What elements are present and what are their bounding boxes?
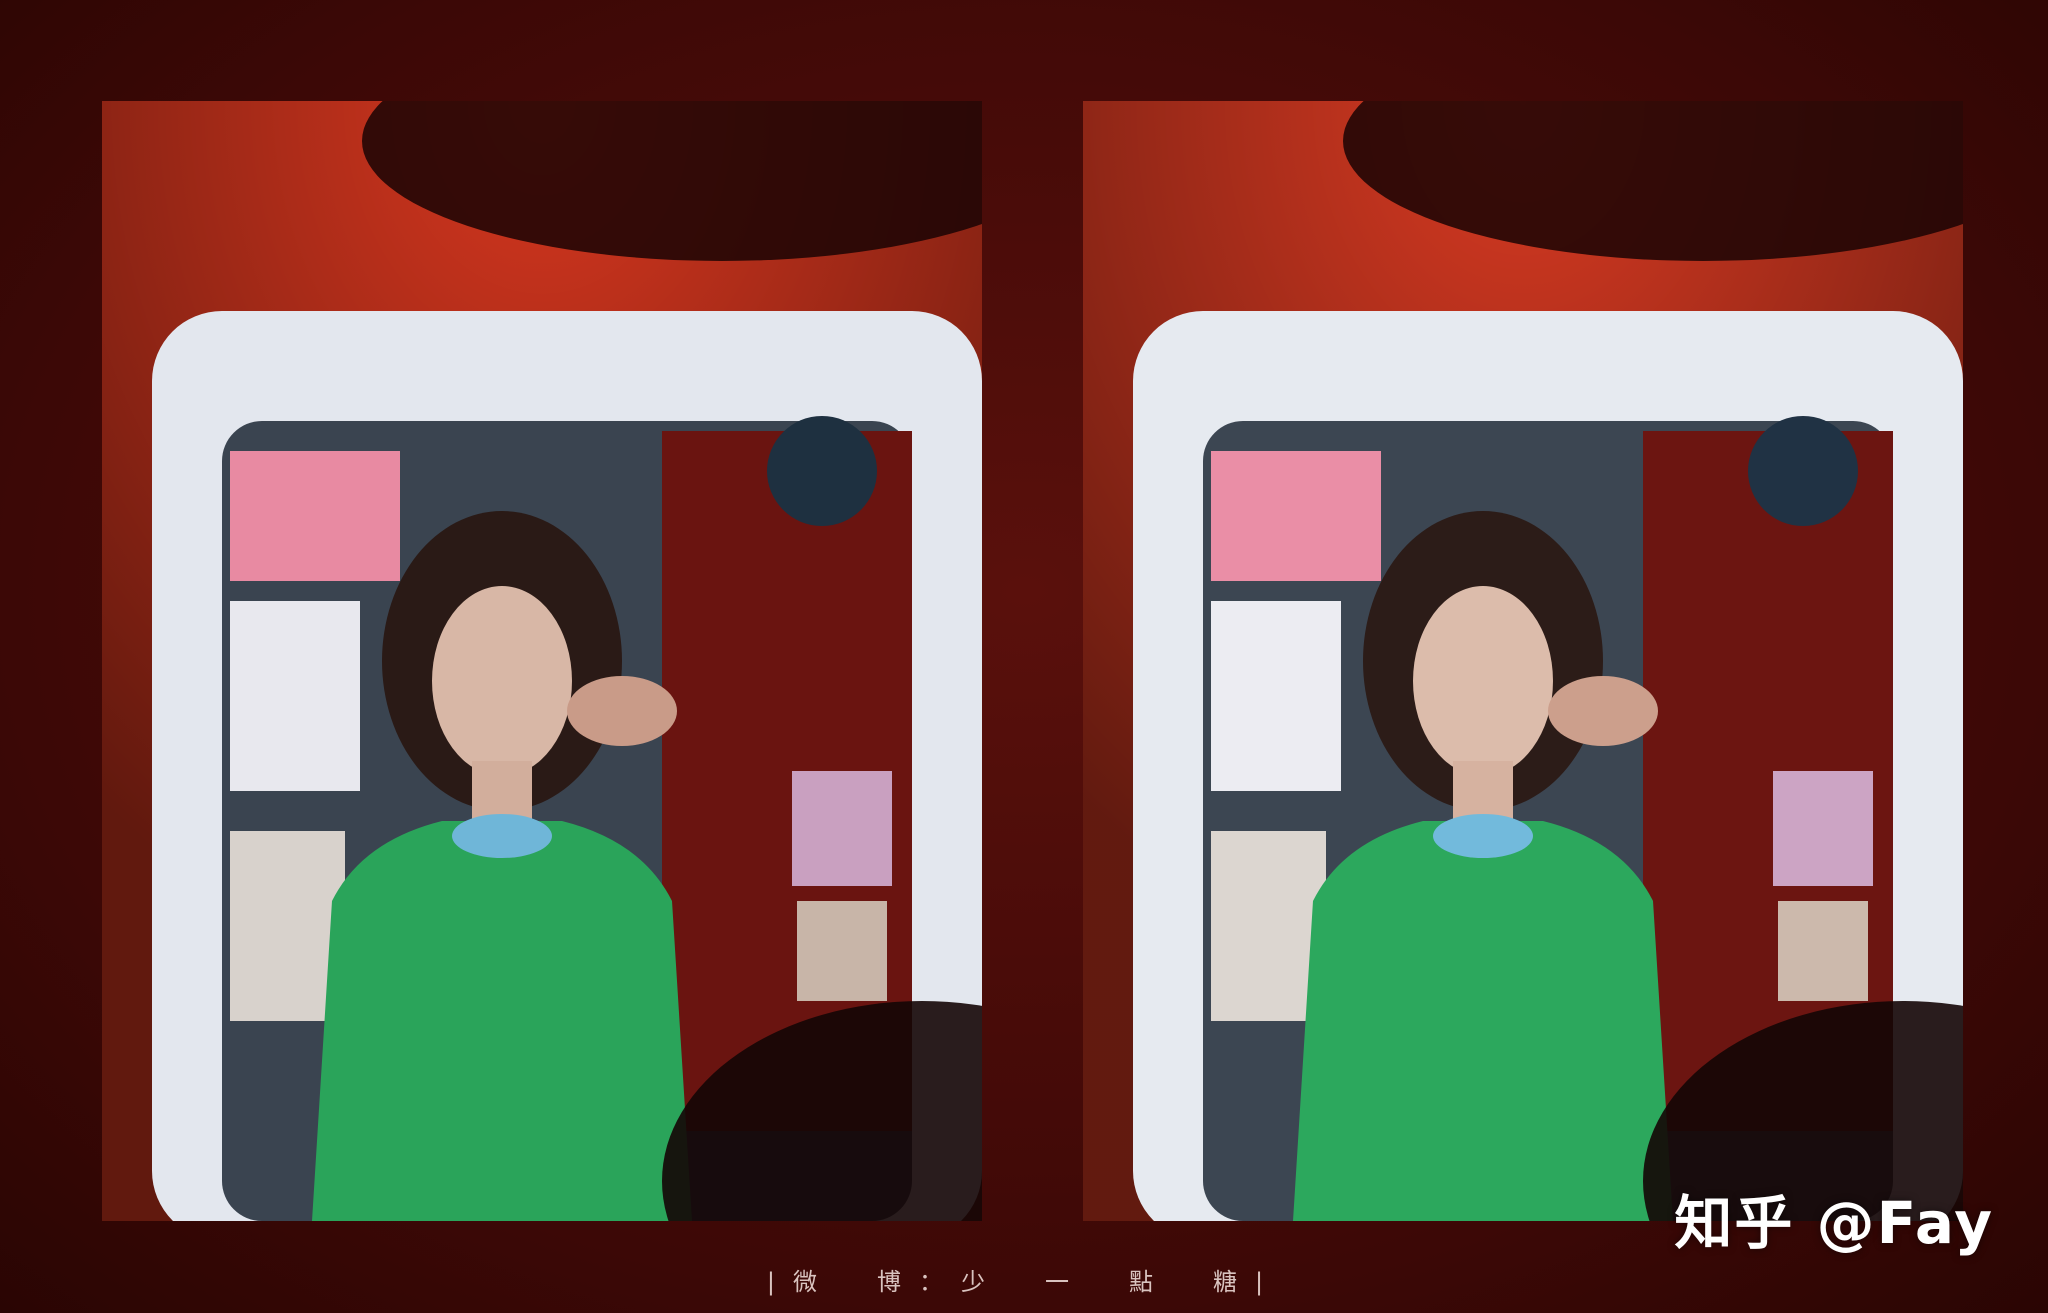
makeup-artist-hand [1548, 676, 1658, 746]
pinned-photo-2 [230, 601, 360, 791]
pinned-photo-4 [1773, 771, 1873, 886]
face [432, 586, 572, 776]
pinned-photo-1 [230, 451, 400, 581]
reflection-head [767, 416, 877, 526]
photo-left [102, 101, 982, 1221]
caption-text: |微 博：少 一 點 糖| [766, 1268, 1282, 1296]
pinned-photo-2 [1211, 601, 1341, 791]
necklace [452, 814, 552, 858]
photo-left-illustration [102, 101, 982, 1221]
pinned-photo-5 [1778, 901, 1868, 1001]
green-dress [1293, 821, 1673, 1221]
photo-right-illustration [1083, 101, 1963, 1221]
face [1413, 586, 1553, 776]
pinned-photo-5 [797, 901, 887, 1001]
reflection-head [1748, 416, 1858, 526]
pinned-photo-1 [1211, 451, 1381, 581]
makeup-artist-hand [567, 676, 677, 746]
necklace [1433, 814, 1533, 858]
pinned-photo-4 [792, 771, 892, 886]
watermark-text: 知乎 @Fay [1674, 1189, 1994, 1257]
photo-right [1083, 101, 1963, 1221]
green-dress [312, 821, 692, 1221]
